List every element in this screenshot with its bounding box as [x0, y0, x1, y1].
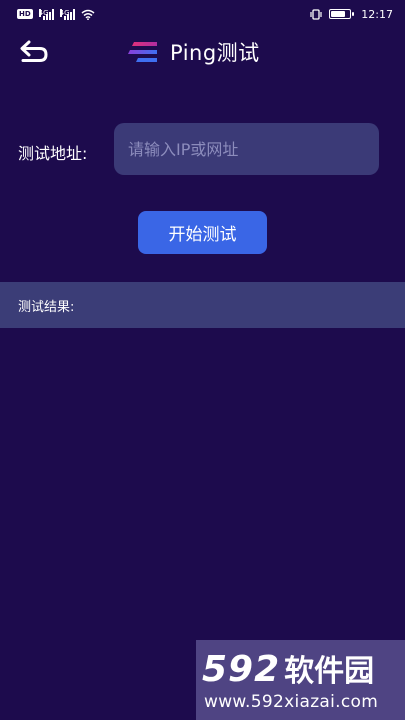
- clock: 12:17: [361, 7, 393, 21]
- page-title: Ping测试: [170, 41, 260, 65]
- watermark-brand: 软件园: [284, 654, 375, 689]
- app-screen: HD 4G 4G 12:17 Ping测试 测试地址: 请输入IP或网址 开始测…: [0, 0, 405, 720]
- watermark-number: 592: [202, 649, 281, 690]
- hd-badge: HD: [17, 9, 33, 19]
- address-input[interactable]: [114, 123, 379, 175]
- back-button[interactable]: [16, 37, 52, 67]
- status-right: 12:17: [309, 8, 393, 21]
- title-group: Ping测试: [128, 38, 260, 66]
- wifi-icon: [81, 9, 95, 20]
- watermark-logo: 592 软件园: [202, 646, 374, 690]
- result-header: 测试结果:: [0, 282, 405, 328]
- battery-fill: [331, 11, 346, 17]
- watermark: 592 软件园 www.592xiazai.com: [196, 640, 405, 720]
- signal-icon: 4G: [38, 8, 54, 20]
- start-test-button[interactable]: 开始测试: [138, 211, 267, 254]
- status-left: HD 4G 4G: [17, 8, 95, 20]
- network-type-label: 4G: [38, 8, 49, 17]
- app-header: Ping测试: [0, 30, 405, 74]
- watermark-url: www.592xiazai.com: [204, 692, 379, 712]
- address-label: 测试地址:: [18, 144, 88, 163]
- status-bar: HD 4G 4G 12:17: [0, 0, 405, 28]
- result-content: [0, 328, 405, 638]
- back-arrow-icon: [20, 40, 48, 62]
- network-type-label-2: 4G: [59, 8, 70, 17]
- signal-icon-2: 4G: [59, 8, 75, 20]
- app-logo-icon: [128, 42, 157, 62]
- result-label: 测试结果:: [18, 299, 75, 315]
- vibrate-icon: [310, 8, 322, 20]
- battery-icon: [329, 9, 355, 19]
